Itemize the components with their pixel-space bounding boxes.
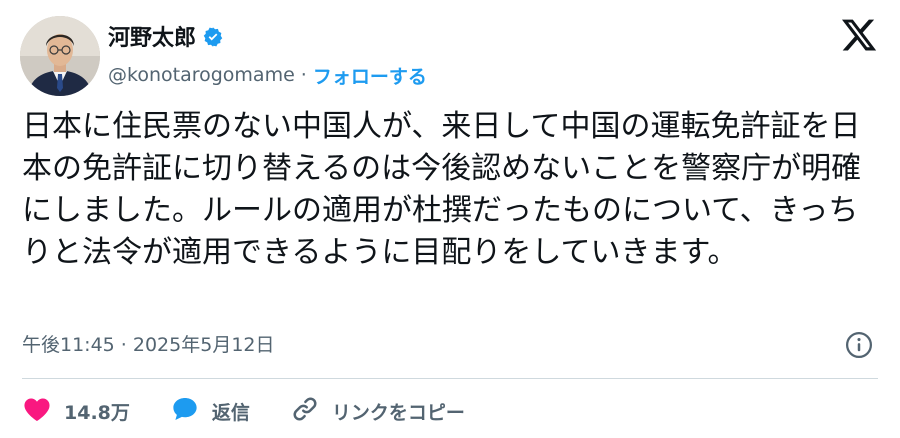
post-actions: 14.8万 返信 リンクをコピー [22,390,505,432]
verified-badge-icon [196,26,224,52]
author-handle-row: @konotarogomame · フォローする [108,60,427,90]
author-handle[interactable]: @konotarogomame [108,64,295,86]
x-logo-icon[interactable] [840,16,878,54]
author-display-name[interactable]: 河野太郎 [108,22,196,56]
divider [22,378,878,379]
reply-bubble-icon [170,394,200,428]
separator-dot: · [300,64,307,86]
post-timestamp[interactable]: 午後11:45 · 2025年5月12日 [22,330,275,360]
like-button[interactable]: 14.8万 [22,394,130,428]
reply-button[interactable]: 返信 [170,394,250,428]
info-icon[interactable] [844,330,874,360]
heart-icon [22,394,52,428]
like-count: 14.8万 [64,401,130,424]
embedded-post-card: 河野太郎 @konotarogomame · フォローする 日本に住民票のない中… [0,0,900,438]
reply-label: 返信 [211,401,250,424]
post-text: 日本に住民票のない中国人が、来日して中国の運転免許証を日本の免許証に切り替えるの… [22,109,862,270]
author-name-row: 河野太郎 [108,22,224,56]
copy-link-label: リンクをコピー [331,401,465,424]
copy-link-button[interactable]: リンクをコピー [290,394,465,428]
avatar[interactable] [20,16,100,96]
link-icon [290,394,320,428]
follow-button[interactable]: フォローする [313,62,427,89]
